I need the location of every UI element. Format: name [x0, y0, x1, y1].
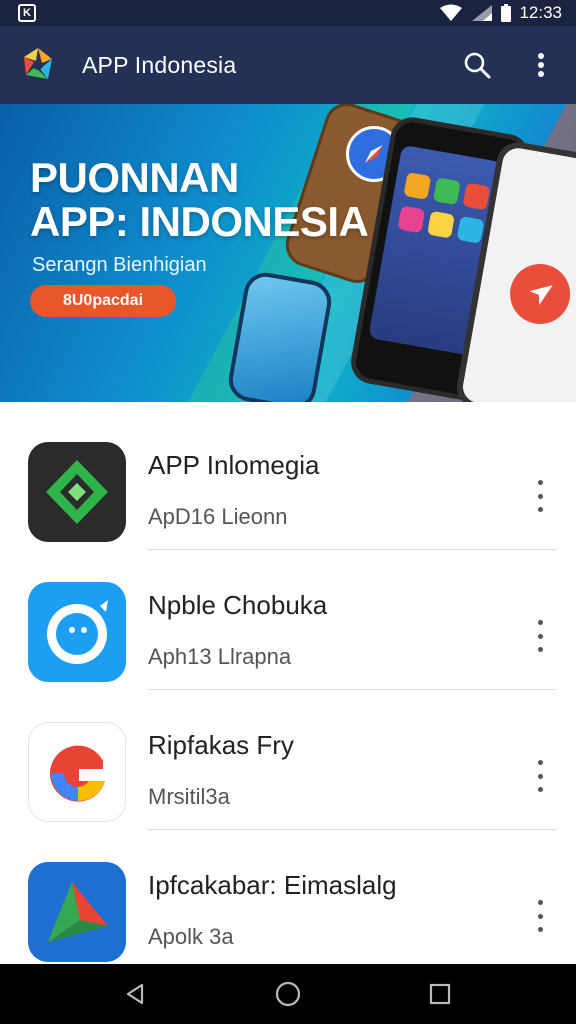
banner-title-line1: PUONNAN	[30, 154, 239, 201]
banner-cta-button[interactable]: 8U0pacdai	[30, 285, 176, 317]
banner-title-line2: APP: INDONESIA	[30, 198, 369, 245]
home-icon	[275, 981, 301, 1007]
wifi-icon	[440, 4, 463, 21]
app-name: Ripfakas Fry	[148, 730, 294, 760]
app-subtitle: Aph13 Llrapna	[148, 644, 292, 669]
home-button[interactable]	[271, 977, 305, 1011]
status-time: 12:33	[519, 3, 562, 22]
banner-subtitle: Serangn Bienhigian	[32, 254, 207, 276]
battery-icon	[501, 4, 512, 22]
more-dot	[537, 760, 543, 765]
more-dot	[537, 647, 543, 652]
app-subtitle: Mrsitil3a	[148, 784, 230, 809]
more-dot	[537, 787, 543, 792]
overflow-menu-button[interactable]	[524, 48, 558, 82]
app-name: Ipfcakabar: Eimaslalg	[148, 870, 397, 900]
more-dot	[537, 900, 543, 905]
more-vert-icon	[538, 53, 544, 77]
promo-banner[interactable]: PUONNAN APP: INDONESIA Serangn Bienhigia…	[0, 104, 576, 402]
list-item[interactable]: Ipfcakabar: Eimaslalg Apolk 3a	[0, 830, 576, 970]
more-dot	[537, 507, 543, 512]
app-list: APP Inlomegia ApD16 Lieonn Npble Chobuka…	[0, 410, 576, 970]
banner-title: PUONNAN APP: INDONESIA	[30, 154, 369, 245]
more-dot	[537, 620, 543, 625]
app-bar: APP Indonesia	[0, 26, 576, 104]
more-dot	[537, 913, 543, 919]
app-subtitle: Apolk 3a	[148, 924, 234, 949]
more-dot	[537, 927, 543, 932]
navigation-bar	[0, 964, 576, 1024]
search-button[interactable]	[460, 48, 494, 82]
back-button[interactable]	[119, 977, 153, 1011]
app-title: APP Indonesia	[82, 51, 237, 78]
item-more-button[interactable]	[528, 756, 552, 796]
app-subtitle: ApD16 Lieonn	[148, 504, 288, 529]
status-indicators: 12:33	[439, 3, 562, 23]
app-logo-icon	[24, 48, 52, 79]
notification-icon: K	[18, 4, 36, 22]
recents-icon	[429, 983, 451, 1005]
app-name: Npble Chobuka	[148, 590, 328, 620]
status-bar: K 12:33	[0, 0, 576, 26]
app-name: APP Inlomegia	[148, 450, 320, 480]
g-logo-icon	[28, 722, 126, 822]
more-dot	[537, 493, 543, 499]
more-dot	[537, 480, 543, 485]
back-icon	[126, 983, 144, 1005]
blue-bubble-icon	[28, 582, 126, 682]
list-item[interactable]: APP Inlomegia ApD16 Lieonn	[0, 410, 576, 550]
list-item[interactable]: Ripfakas Fry Mrsitil3a	[0, 690, 576, 830]
more-dot	[537, 633, 543, 639]
item-more-button[interactable]	[528, 616, 552, 656]
list-item[interactable]: Npble Chobuka Aph13 Llrapna	[0, 550, 576, 690]
green-diamond-icon	[28, 442, 126, 542]
search-icon	[464, 52, 491, 79]
signal-icon	[472, 5, 493, 21]
recents-button[interactable]	[423, 977, 457, 1011]
item-more-button[interactable]	[528, 476, 552, 516]
triangle-icon	[28, 862, 126, 962]
more-dot	[537, 773, 543, 779]
item-more-button[interactable]	[528, 896, 552, 936]
